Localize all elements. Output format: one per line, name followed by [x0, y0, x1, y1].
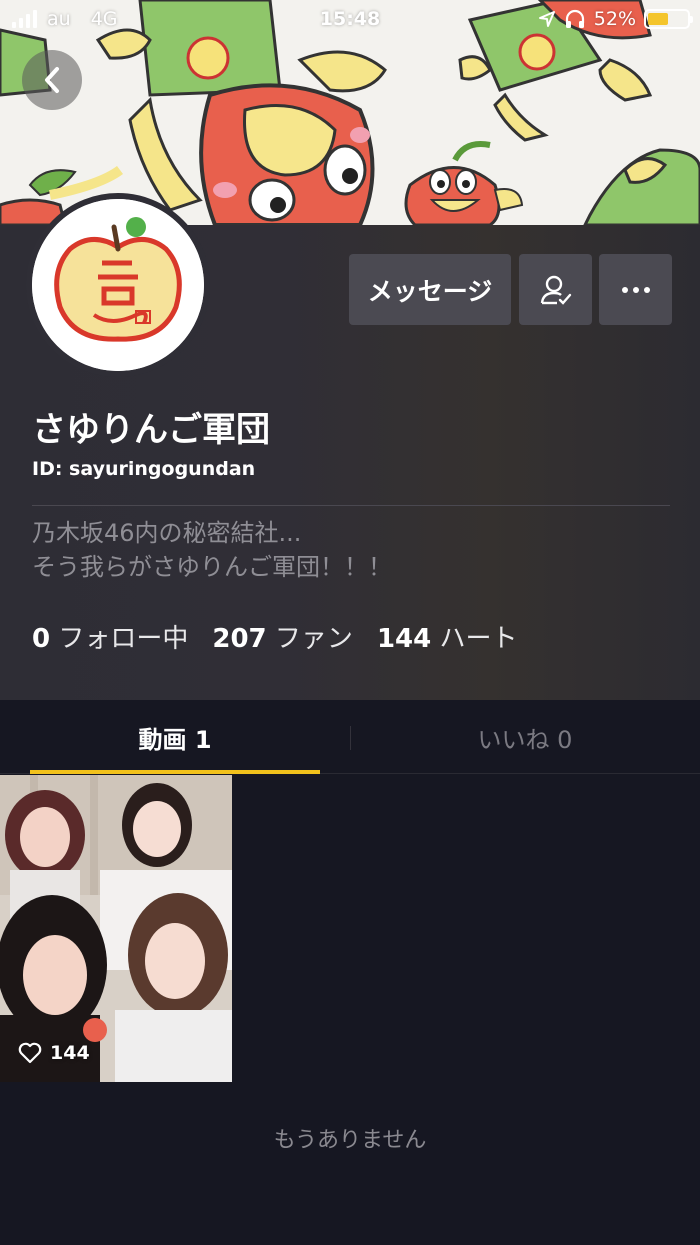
- hearts-stat[interactable]: 144 ハート: [377, 618, 518, 655]
- fans-stat[interactable]: 207 ファン: [212, 618, 353, 655]
- active-tab-indicator: [30, 770, 320, 774]
- heart-outline-icon: [18, 1042, 42, 1064]
- hearts-label: ハート: [439, 624, 518, 654]
- fans-count: 207: [212, 624, 267, 654]
- battery-icon: [644, 9, 693, 29]
- display-name: さゆりんご軍団: [32, 410, 270, 450]
- content-tabs: 動画 1 いいね 0: [0, 700, 700, 774]
- back-button[interactable]: [22, 50, 82, 110]
- following-count: 0: [32, 624, 51, 654]
- video-thumbnail-image: [0, 775, 232, 1082]
- video-thumbnail[interactable]: [0, 775, 232, 1082]
- more-dots-icon: [621, 286, 650, 293]
- apple-logo-icon: [32, 199, 204, 371]
- battery-fill: [648, 13, 668, 25]
- following-stat[interactable]: 0 フォロー中: [32, 618, 188, 655]
- video-like-count: 144: [18, 1042, 90, 1064]
- video-likes-value: 144: [50, 1042, 90, 1064]
- headphones-icon: [565, 9, 584, 28]
- person-check-icon: [540, 275, 571, 305]
- status-right: 52%: [538, 8, 693, 30]
- chevron-left-icon: [45, 67, 59, 93]
- more-options-button[interactable]: [599, 254, 672, 325]
- message-button[interactable]: メッセージ: [349, 254, 511, 325]
- location-arrow-icon: [538, 11, 555, 27]
- bio-line-2: そう我らがさゆりんご軍団！！！: [32, 553, 392, 581]
- bio: 乃木坂46内の秘密結社... そう我らがさゆりんご軍団！！！: [32, 516, 392, 584]
- avatar[interactable]: [26, 193, 210, 377]
- battery-percent: 52%: [593, 8, 636, 30]
- following-label: フォロー中: [58, 624, 189, 654]
- profile-divider: [32, 505, 670, 506]
- status-bar: au 4G 15:48 52%: [0, 0, 700, 40]
- follow-status-button[interactable]: [519, 254, 592, 325]
- bio-line-1: 乃木坂46内の秘密結社...: [32, 519, 302, 547]
- fans-label: ファン: [274, 624, 353, 654]
- tab-videos[interactable]: 動画 1: [0, 700, 350, 774]
- profile-stats: 0 フォロー中 207 ファン 144 ハート: [32, 618, 518, 655]
- hearts-count: 144: [376, 624, 432, 654]
- end-of-list-text: もうありません: [273, 1128, 427, 1153]
- user-id: ID: sayuringogundan: [32, 458, 256, 480]
- tab-likes[interactable]: いいね 0: [350, 700, 700, 774]
